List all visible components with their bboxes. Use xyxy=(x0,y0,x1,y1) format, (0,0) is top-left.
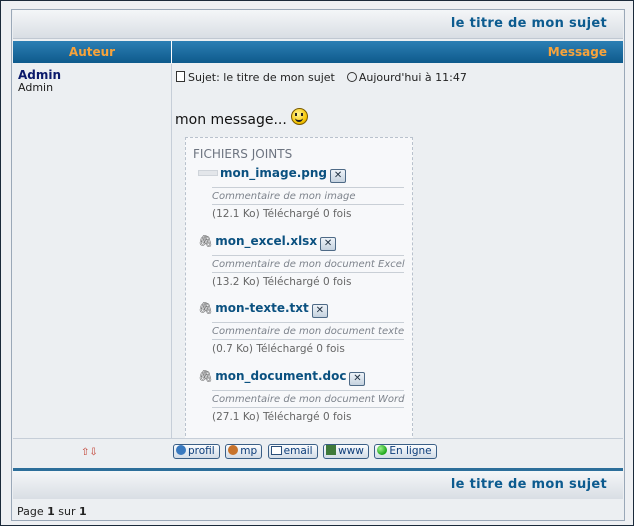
post-info: Sujet: le titre de mon sujet Aujourd'hui … xyxy=(176,71,467,84)
attachment-comment: Commentaire de mon document Word xyxy=(212,390,405,408)
forum-frame: le titre de mon sujet Auteur Message Adm… xyxy=(0,0,634,526)
envelope-icon xyxy=(270,446,282,455)
attachment-comment: Commentaire de mon document Excel xyxy=(212,255,405,273)
smiley-icon xyxy=(291,108,309,125)
column-header-message: Message xyxy=(172,41,623,63)
document-icon xyxy=(176,71,185,82)
mp-button-label: mp xyxy=(240,445,258,457)
topic-table: le titre de mon sujet Auteur Message Adm… xyxy=(11,9,625,521)
attachment-link[interactable]: mon-texte.txt xyxy=(215,301,309,315)
image-thumb-icon xyxy=(198,170,218,176)
top-bottom-arrows: ⇧⇩ xyxy=(81,447,98,458)
profil-button-label: profil xyxy=(188,445,215,457)
pagination-current: 1 xyxy=(47,505,55,518)
attachments-box: FICHIERS JOINTS mon_image.png ✕ Commentai… xyxy=(185,137,413,441)
column-header-author: Auteur xyxy=(13,41,172,63)
author-column: Admin Admin xyxy=(13,64,172,438)
post-message: mon message... xyxy=(175,108,309,128)
post-footer-row: ⇧⇩ profil mp email www En ligne xyxy=(13,438,623,465)
delete-attachment-icon[interactable]: ✕ xyxy=(349,372,366,386)
attachment-stats: (0.7 Ko) Téléchargé 0 fois xyxy=(212,343,345,355)
pagination: Page 1 sur 1 xyxy=(17,505,87,518)
attachments-title: FICHIERS JOINTS xyxy=(193,147,293,161)
pagination-total: 1 xyxy=(79,505,87,518)
clock-icon xyxy=(346,72,357,82)
online-status-button[interactable]: En ligne xyxy=(374,444,437,459)
mp-button[interactable]: mp xyxy=(225,444,263,459)
www-button-label: www xyxy=(338,445,364,457)
post-date: Aujourd'hui à 11:47 xyxy=(358,71,467,84)
attachment-link[interactable]: mon_excel.xlsx xyxy=(215,234,317,248)
delete-attachment-icon[interactable]: ✕ xyxy=(330,169,347,183)
profile-buttons: profil mp email www En ligne xyxy=(173,444,439,459)
profil-button[interactable]: profil xyxy=(173,444,220,459)
online-status-label: En ligne xyxy=(389,445,432,457)
pagination-separator: sur xyxy=(58,505,76,518)
home-icon xyxy=(326,445,337,455)
attachment-stats: (12.1 Ko) Téléchargé 0 fois xyxy=(212,208,352,220)
attachment-stats: (13.2 Ko) Téléchargé 0 fois xyxy=(212,276,352,288)
attachment-stats: (27.1 Ko) Téléchargé 0 fois xyxy=(212,411,352,423)
paperclip-icon: 🖇 xyxy=(198,369,214,383)
author-name-link[interactable]: Admin xyxy=(18,68,61,82)
arrow-down-icon[interactable]: ⇩ xyxy=(89,447,97,458)
topic-footer-title: le titre de mon sujet xyxy=(450,477,607,492)
delete-attachment-icon[interactable]: ✕ xyxy=(320,237,337,251)
topic-footer-bar: le titre de mon sujet xyxy=(13,468,623,499)
attachment-comment: Commentaire de mon image xyxy=(212,187,404,205)
topic-title: le titre de mon sujet xyxy=(450,16,607,31)
message-column: Sujet: le titre de mon sujet Aujourd'hui … xyxy=(172,64,623,441)
user-icon xyxy=(176,445,186,455)
www-button[interactable]: www xyxy=(323,444,369,459)
online-dot-icon xyxy=(377,445,388,455)
attachment-link[interactable]: mon_image.png xyxy=(220,166,327,180)
paperclip-icon: 🖇 xyxy=(198,301,214,315)
attachment-comment: Commentaire de mon document texte xyxy=(212,322,404,340)
topic-title-bar: le titre de mon sujet xyxy=(13,10,623,39)
post-subject: Sujet: le titre de mon sujet xyxy=(188,71,335,84)
users-icon xyxy=(228,445,239,455)
pagination-prefix: Page xyxy=(17,505,44,518)
post-message-text: mon message... xyxy=(175,112,287,128)
email-button-label: email xyxy=(283,445,313,457)
attachment-link[interactable]: mon_document.doc xyxy=(215,369,346,383)
email-button[interactable]: email xyxy=(267,444,318,459)
delete-attachment-icon[interactable]: ✕ xyxy=(311,304,328,318)
paperclip-icon: 🖇 xyxy=(198,234,214,248)
author-rank: Admin xyxy=(18,81,54,94)
